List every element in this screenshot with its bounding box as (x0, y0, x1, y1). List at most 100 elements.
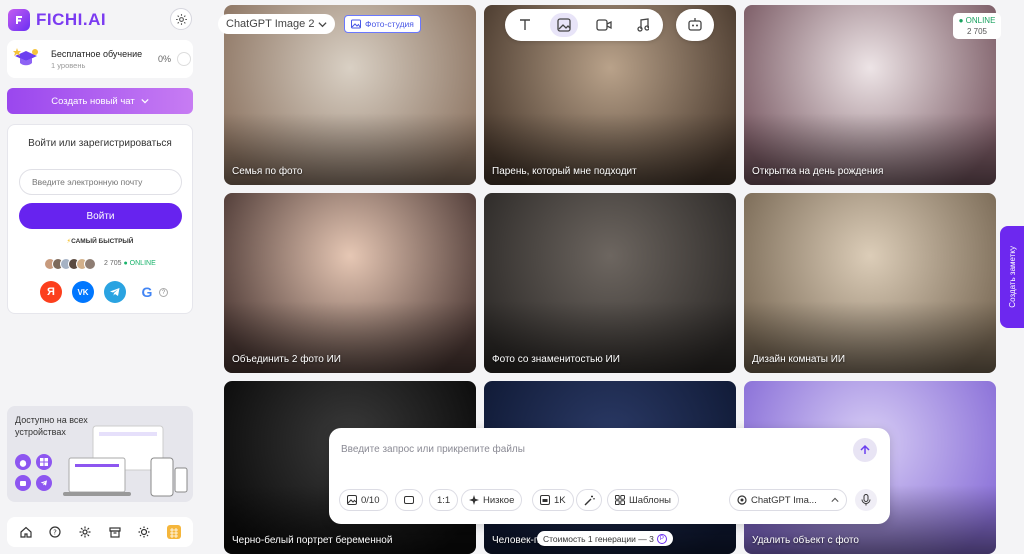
progress-ring (177, 52, 191, 66)
openai-icon (737, 495, 747, 505)
template-card-label: Парень, который мне подходит (492, 166, 637, 177)
template-card-label: Открытка на день рождения (752, 166, 884, 177)
online-avatars (44, 258, 96, 270)
music-mode-button[interactable] (629, 13, 657, 37)
android-icon[interactable] (15, 475, 31, 491)
resolution-chip[interactable]: 1K (532, 489, 574, 511)
model-chip[interactable]: ChatGPT Ima... (729, 489, 847, 511)
logo-text: FICHI.AI (36, 10, 107, 29)
voice-input-button[interactable] (855, 489, 877, 511)
sidebar: FICHI.AI Бесплатное обучение 1 уровень 0… (0, 0, 200, 554)
video-icon (596, 19, 612, 31)
prompt-input[interactable]: Введите запрос или прикрепите файлы (341, 444, 525, 455)
text-icon (519, 19, 530, 30)
login-card: Войти или зарегистрироваться Войти ⚡САМЫ… (7, 124, 193, 314)
online-count: 2 705 (966, 27, 988, 36)
text-mode-button[interactable] (511, 13, 539, 37)
telegram-icon[interactable] (36, 475, 52, 491)
rectangle-icon (404, 496, 414, 504)
generation-cost: Стоимость 1 генерации — 3 P (537, 531, 673, 546)
logo[interactable]: FICHI.AI (8, 9, 106, 31)
sun-icon (138, 526, 150, 538)
education-level: 1 уровень (51, 61, 86, 70)
sparkle-icon (469, 495, 479, 505)
arrow-up-icon (860, 444, 870, 454)
devices-illustration (63, 425, 188, 497)
video-mode-button[interactable] (590, 13, 618, 37)
windows-icon[interactable] (36, 454, 52, 470)
image-icon (347, 495, 357, 505)
calendar-button[interactable] (164, 522, 184, 542)
fastest-label: ⚡САМЫЙ БЫСТРЫЙ (66, 238, 134, 245)
robot-icon (688, 18, 702, 31)
platform-icons (15, 454, 52, 491)
mode-toolbar (505, 9, 663, 41)
template-card[interactable]: Дизайн комнаты ИИ (744, 193, 996, 373)
online-badge: ● ONLINE 2 705 (953, 13, 1001, 39)
format-chip[interactable] (395, 489, 423, 511)
google-login-button[interactable]: G (136, 281, 158, 303)
magic-enhance-chip[interactable] (576, 489, 602, 511)
template-card-label: Черно-белый портрет беременной (232, 535, 393, 546)
sidebar-bottom-bar: ? (7, 517, 193, 547)
assistant-button[interactable] (676, 9, 714, 41)
template-card[interactable]: Фото со знаменитостью ИИ (484, 193, 736, 373)
apple-icon[interactable] (15, 454, 31, 470)
yandex-login-button[interactable]: Я (40, 281, 62, 303)
help-icon[interactable]: ? (159, 288, 168, 297)
question-icon: ? (49, 526, 62, 538)
aspect-ratio-chip[interactable]: 1:1 (429, 489, 459, 511)
theme-toggle[interactable] (134, 522, 154, 542)
email-field[interactable] (19, 169, 182, 195)
education-percent: 0% (158, 54, 172, 64)
prompt-composer: Введите запрос или прикрепите файлы 0/10… (329, 428, 890, 524)
new-chat-label: Создать новый чат (51, 95, 135, 107)
online-count: 2 705 ● ONLINE (104, 260, 156, 267)
template-card-label: Удалить объект с фото (752, 535, 859, 546)
chevron-down-icon (141, 98, 149, 104)
send-button[interactable] (853, 438, 877, 462)
education-title: Бесплатное обучение (51, 49, 143, 59)
resolution-icon (540, 495, 550, 505)
photo-studio-label: Фото-студия (365, 19, 414, 29)
model-name: ChatGPT Image 2 (226, 18, 315, 30)
grid-icon (615, 495, 625, 505)
gear-icon (79, 526, 91, 538)
photo-studio-badge[interactable]: Фото-студия (344, 15, 421, 33)
svg-text:?: ? (54, 529, 58, 537)
music-note-icon (637, 18, 650, 32)
templates-chip[interactable]: Шаблоны (607, 489, 680, 511)
template-card-label: Фото со знаменитостью ИИ (492, 354, 620, 365)
gear-icon (175, 13, 187, 25)
chevron-down-icon (318, 21, 327, 27)
archive-button[interactable] (105, 522, 125, 542)
image-mode-button[interactable] (550, 13, 579, 37)
quality-chip[interactable]: Низкое (461, 489, 523, 511)
logo-icon (8, 9, 30, 31)
image-icon (557, 18, 571, 32)
telegram-login-button[interactable] (104, 281, 126, 303)
template-card-label: Семья по фото (232, 166, 303, 177)
education-progress[interactable]: Бесплатное обучение 1 уровень 0% (7, 40, 193, 78)
social-login: Я VK G (40, 281, 158, 303)
new-chat-button[interactable]: Создать новый чат (7, 88, 193, 114)
login-button[interactable]: Войти (19, 203, 182, 229)
create-note-tab[interactable]: Создать заметку (1000, 226, 1024, 328)
chevron-up-icon (831, 497, 839, 502)
model-selector[interactable]: ChatGPT Image 2 (218, 14, 336, 34)
home-button[interactable] (16, 522, 36, 542)
telegram-icon (110, 288, 120, 296)
vk-login-button[interactable]: VK (72, 281, 94, 303)
magic-wand-icon (584, 495, 595, 505)
graduation-cap-icon (13, 48, 38, 66)
microphone-icon (861, 494, 871, 506)
template-card[interactable]: Объединить 2 фото ИИ (224, 193, 476, 373)
create-note-label: Создать заметку (1007, 246, 1017, 308)
help-button[interactable]: ? (45, 522, 65, 542)
settings-button[interactable] (170, 8, 192, 30)
devices-promo[interactable]: Доступно на всех устройствах (7, 406, 193, 502)
attach-images-chip[interactable]: 0/10 (339, 489, 388, 511)
avatar (84, 258, 96, 270)
calendar-icon (167, 525, 182, 539)
settings-button[interactable] (75, 522, 95, 542)
